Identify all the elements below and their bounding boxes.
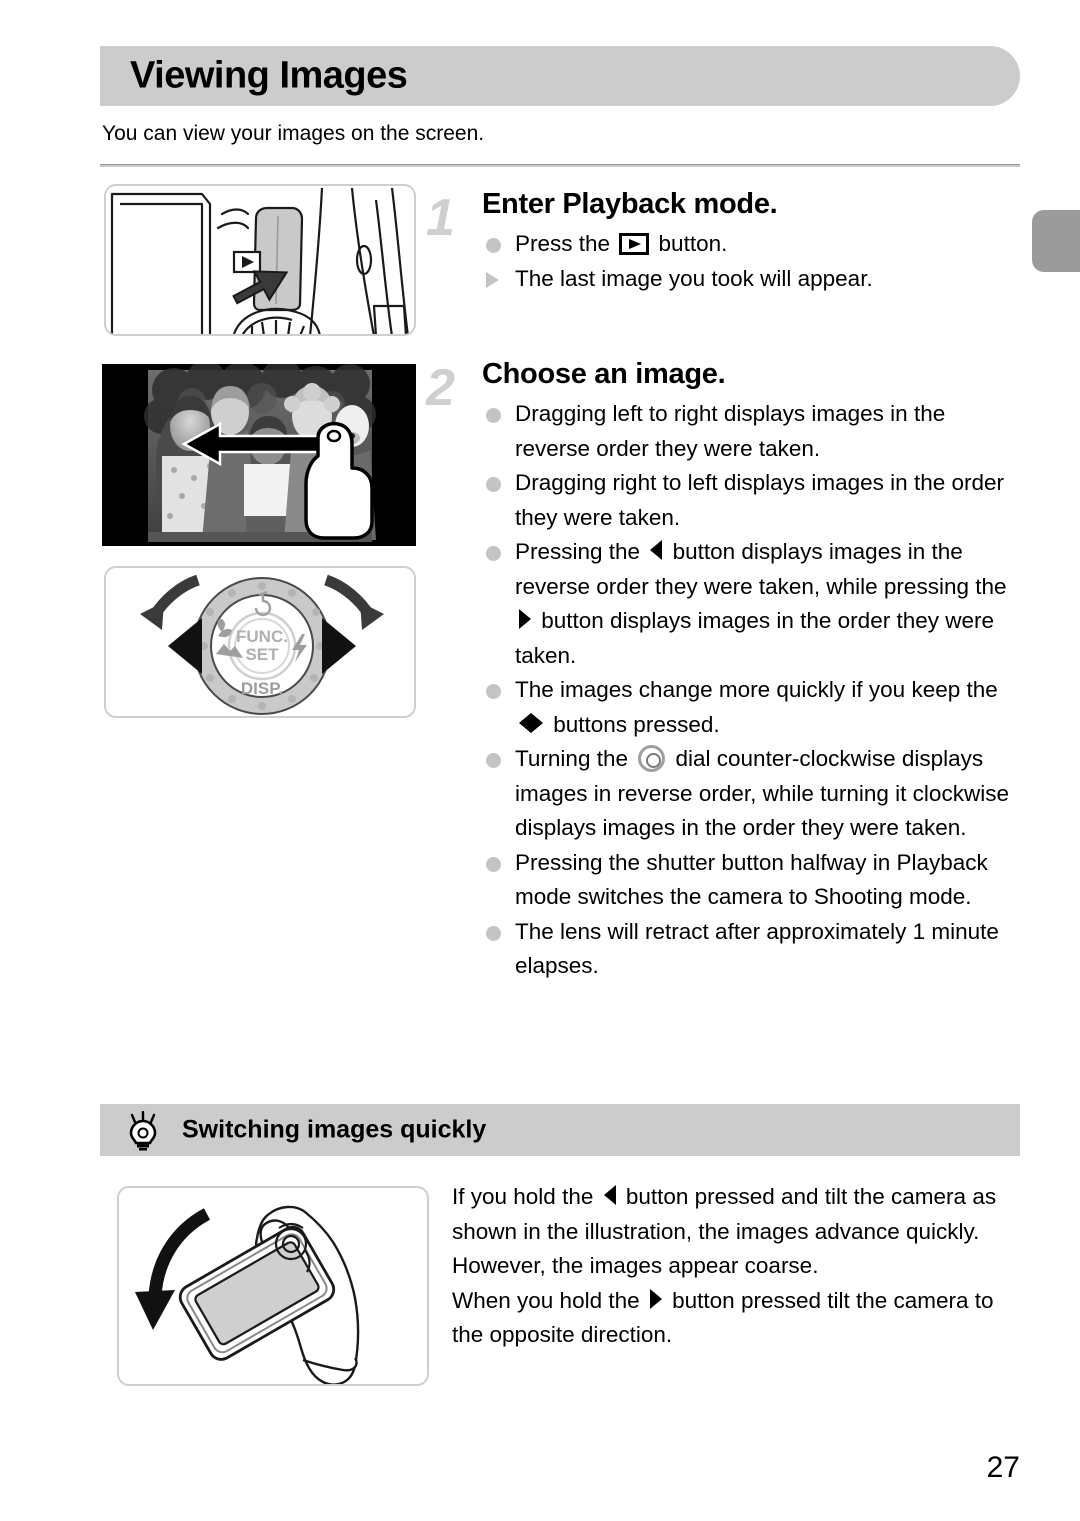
tip-header-bar: Switching images quickly: [100, 1104, 1020, 1156]
step-2-bullet-3: Pressing the button displays images in t…: [482, 535, 1026, 673]
control-dial-drawing: FUNC. SET DISP.: [140, 574, 384, 715]
step-2-bullet-1-text: Dragging left to right displays images i…: [515, 401, 946, 461]
step-2-bullet-4-pre: The images change more quickly if you ke…: [515, 677, 998, 702]
step-2-bullet-4: The images change more quickly if you ke…: [482, 673, 1026, 742]
step-1-bullet-1: Press the button.: [482, 227, 1026, 262]
step-1-number: 1: [426, 189, 455, 247]
result-triangle-icon: [486, 271, 499, 288]
control-dial-illustration: FUNC. SET DISP.: [104, 566, 416, 718]
step-1-bullet-1-post: button.: [652, 231, 728, 256]
playback-icon: [619, 233, 650, 255]
header-divider: [100, 164, 1020, 167]
step-2: 2 Choose an image. Dragging left to righ…: [426, 358, 1026, 984]
lightbulb-icon: [129, 1111, 157, 1151]
dial-set-label: SET: [245, 645, 279, 664]
page-intro-text: You can view your images on the screen.: [102, 122, 485, 145]
bullet-dot-icon: [486, 546, 501, 561]
tip-title: Switching images quickly: [182, 1115, 487, 1144]
dial-right-button[interactable]: [322, 618, 356, 674]
step-1-bullet-1-pre: Press the: [515, 231, 617, 256]
photo-drawing: [102, 364, 416, 546]
step-2-heading: Choose an image.: [482, 358, 726, 390]
rotate-left-arrow: [140, 574, 200, 630]
step-1-heading: Enter Playback mode.: [482, 188, 778, 220]
step-2-bullet-2-text: Dragging right to left displays images i…: [515, 470, 1005, 530]
step-1-result-1-text: The last image you took will appear.: [515, 265, 873, 291]
step-1-body: Press the button. The last image you too…: [482, 227, 1026, 296]
step-2-bullet-6: Pressing the shutter button halfway in P…: [482, 846, 1026, 915]
camera-back-playback-button-illustration: [104, 184, 416, 336]
step-2-number: 2: [426, 359, 455, 417]
bullet-dot-icon: [486, 925, 501, 941]
step-2-bullet-6-text: Pressing the shutter button halfway in P…: [515, 849, 988, 910]
tip-body: If you hold the button pressed and tilt …: [452, 1180, 1022, 1353]
dial-disp-label: DISP.: [241, 679, 283, 698]
chapter-edge-tab: [1032, 210, 1080, 272]
bullet-dot-icon: [486, 856, 501, 872]
rotate-right-arrow: [324, 574, 384, 630]
dial-func-label: FUNC.: [236, 627, 288, 646]
dial-left-button[interactable]: [168, 618, 202, 674]
camera-tilt-illustration: [117, 1186, 429, 1386]
step-2-bullet-5-pre: Turning the: [515, 746, 635, 771]
page-number: 27: [986, 1451, 1020, 1484]
tip-p2-pre: When you hold the: [452, 1287, 646, 1313]
step-2-body: Dragging left to right displays images i…: [482, 397, 1026, 984]
tip-p1-pre: If you hold the: [452, 1184, 600, 1209]
tip-paragraph-1: If you hold the button pressed and tilt …: [452, 1180, 1022, 1284]
step-2-bullet-3-post: button displays images in the order they…: [515, 608, 994, 668]
control-dial-icon: [638, 745, 666, 772]
step-2-bullet-7: The lens will retract after approximatel…: [482, 915, 1026, 984]
left-arrow-icon: [603, 1185, 616, 1205]
step-2-bullet-7-text: The lens will retract after approximatel…: [515, 918, 999, 979]
left-right-arrow-icon: [519, 708, 543, 743]
bullet-dot-icon: [486, 684, 501, 699]
camera-back-drawing: [110, 187, 409, 334]
step-2-bullet-4-post: buttons pressed.: [547, 711, 720, 737]
step-2-bullet-1: Dragging left to right displays images i…: [482, 397, 1026, 466]
step-1: 1 Enter Playback mode. Press the button.…: [426, 188, 1026, 296]
bullet-dot-icon: [486, 408, 501, 423]
step-2-bullet-2: Dragging right to left displays images i…: [482, 466, 1026, 535]
tip-paragraph-2: When you hold the button pressed tilt th…: [452, 1284, 1022, 1353]
step-2-bullet-5: Turning the dial counter-clockwise displ…: [482, 742, 1026, 846]
photo-drag-illustration: [102, 364, 416, 546]
left-arrow-icon: [650, 540, 663, 560]
right-arrow-icon: [649, 1288, 662, 1309]
step-2-bullet-3-pre: Pressing the: [515, 539, 647, 564]
camera-tilt-drawing: [135, 1205, 360, 1384]
page-title: Viewing Images: [130, 54, 408, 97]
right-arrow-icon: [519, 609, 531, 629]
bullet-dot-icon: [486, 477, 501, 492]
step-1-result-1: The last image you took will appear.: [482, 262, 1026, 297]
bullet-dot-icon: [486, 238, 501, 253]
bullet-dot-icon: [486, 753, 501, 768]
page-title-banner: Viewing Images: [100, 46, 1020, 106]
